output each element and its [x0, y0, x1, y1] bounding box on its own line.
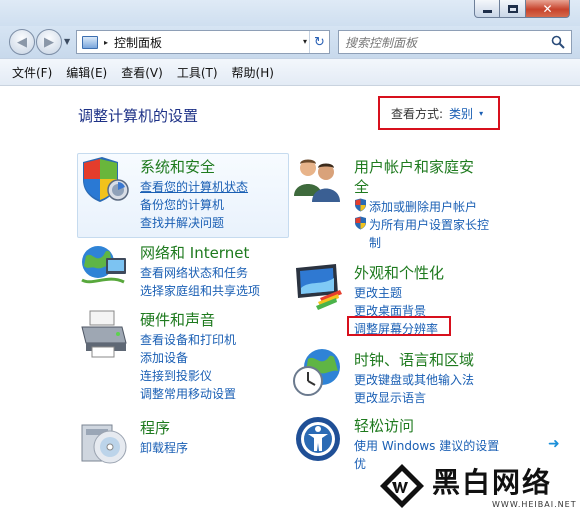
users-accounts-icon[interactable]	[292, 154, 344, 206]
watermark-arrow-icon: ➜	[548, 436, 560, 452]
recent-pages-dropdown-icon[interactable]: ▼	[64, 37, 70, 46]
close-button[interactable]: ✕	[526, 0, 570, 18]
uac-shield-icon	[355, 216, 366, 230]
address-bar[interactable]: ▸ 控制面板 ▾ ↻	[76, 30, 330, 54]
link-view-computer-status[interactable]: 查看您的计算机状态	[140, 178, 248, 195]
link-parental-controls-cont[interactable]: 制	[369, 234, 381, 251]
control-panel-icon	[82, 35, 98, 49]
printer-hardware-icon[interactable]	[78, 307, 130, 359]
refresh-icon: ↻	[314, 34, 325, 50]
search-icon[interactable]	[551, 35, 565, 49]
category-title-users-cont[interactable]: 全	[354, 176, 369, 197]
watermark-url: WWW.HEIBAI.NET	[492, 500, 577, 509]
link-network-status[interactable]: 查看网络状态和任务	[140, 264, 248, 281]
category-clock-language-region: 时钟、语言和区域 更改键盘或其他输入法 更改显示语言	[292, 347, 512, 407]
link-connect-projector[interactable]: 连接到投影仪	[140, 367, 212, 384]
category-hardware-sound: 硬件和声音 查看设备和打印机 添加设备 连接到投影仪 调整常用移动设置	[78, 307, 298, 402]
watermark-logo	[380, 464, 424, 508]
menu-bar: 文件(F) 编辑(E) 查看(V) 工具(T) 帮助(H)	[0, 58, 580, 86]
breadcrumb-separator-icon[interactable]: ▸	[104, 38, 108, 47]
menu-tools[interactable]: 工具(T)	[177, 64, 218, 81]
link-backup-computer[interactable]: 备份您的计算机	[140, 196, 224, 213]
link-mobility-settings[interactable]: 调整常用移动设置	[140, 385, 236, 402]
refresh-button[interactable]: ↻	[309, 31, 329, 53]
maximize-icon	[507, 4, 518, 13]
search-placeholder: 搜索控制面板	[345, 35, 418, 50]
category-network-internet: 网络和 Internet 查看网络状态和任务 选择家庭组和共享选项	[78, 240, 298, 300]
watermark: 黑白网络 WWW.HEIBAI.NET	[374, 456, 580, 520]
menu-help[interactable]: 帮助(H)	[232, 64, 274, 81]
ease-of-access-icon[interactable]	[292, 413, 344, 465]
forward-button[interactable]: ▶	[36, 29, 62, 55]
page-title: 调整计算机的设置	[78, 107, 199, 125]
monitor-appearance-icon[interactable]	[292, 260, 344, 312]
programs-cd-icon[interactable]	[78, 415, 130, 467]
link-parental-controls[interactable]: 为所有用户设置家长控	[369, 216, 489, 233]
menu-view[interactable]: 查看(V)	[121, 64, 163, 81]
network-globe-icon[interactable]	[78, 240, 130, 292]
globe-clock-icon[interactable]	[292, 347, 344, 399]
navigation-bar: ◀ ▶ ▼ ▸ 控制面板 ▾ ↻ 搜索控制面板	[0, 26, 580, 58]
view-by-label: 查看方式:	[391, 106, 444, 121]
control-panel-content: 调整计算机的设置 查看方式: 类别 ▾ 系统和安全 查看您的计算机状态 备份您的…	[0, 86, 580, 520]
uac-shield-icon	[355, 198, 366, 212]
view-by-caret-icon[interactable]: ▾	[479, 109, 483, 118]
title-bar: ✕	[0, 0, 580, 26]
watermark-title: 黑白网络	[432, 466, 553, 499]
link-windows-recommended-settings[interactable]: 使用 Windows 建议的设置	[354, 437, 499, 454]
category-title-network[interactable]: 网络和 Internet	[140, 242, 249, 263]
shield-security-icon[interactable]	[78, 154, 130, 206]
category-title-system[interactable]: 系统和安全	[140, 156, 215, 177]
window-controls: ✕	[474, 0, 570, 18]
link-add-remove-accounts[interactable]: 添加或删除用户帐户	[369, 198, 477, 215]
view-by-value[interactable]: 类别	[449, 105, 473, 122]
link-change-display-language[interactable]: 更改显示语言	[354, 389, 426, 406]
link-homegroup-sharing[interactable]: 选择家庭组和共享选项	[140, 282, 260, 299]
category-appearance: 外观和个性化 更改主题 更改桌面背景 调整屏幕分辨率	[292, 260, 512, 350]
link-uninstall-program[interactable]: 卸载程序	[140, 439, 188, 456]
link-ease-optimize[interactable]: 优	[354, 455, 366, 472]
address-dropdown-icon[interactable]: ▾	[303, 37, 307, 46]
category-title-hardware[interactable]: 硬件和声音	[140, 309, 215, 330]
view-by-selector[interactable]: 查看方式: 类别 ▾	[378, 96, 500, 130]
category-title-appearance[interactable]: 外观和个性化	[354, 262, 444, 283]
back-arrow-icon: ◀	[17, 34, 27, 50]
category-title-ease[interactable]: 轻松访问	[354, 415, 414, 436]
link-find-fix-problems[interactable]: 查找并解决问题	[140, 214, 224, 231]
maximize-button[interactable]	[500, 0, 526, 18]
close-icon: ✕	[542, 1, 553, 16]
category-title-programs[interactable]: 程序	[140, 417, 170, 438]
category-system-security: 系统和安全 查看您的计算机状态 备份您的计算机 查找并解决问题	[78, 154, 298, 244]
forward-arrow-icon: ▶	[44, 34, 54, 50]
link-devices-printers[interactable]: 查看设备和打印机	[140, 331, 236, 348]
category-title-users[interactable]: 用户帐户和家庭安	[354, 156, 474, 177]
minimize-button[interactable]	[474, 0, 500, 18]
back-button[interactable]: ◀	[9, 29, 35, 55]
breadcrumb-control-panel[interactable]: 控制面板	[114, 34, 162, 51]
minimize-icon	[482, 10, 492, 13]
resolution-highlight-box	[347, 316, 451, 336]
link-change-keyboard-input[interactable]: 更改键盘或其他输入法	[354, 371, 474, 388]
link-change-theme[interactable]: 更改主题	[354, 284, 402, 301]
menu-file[interactable]: 文件(F)	[12, 64, 52, 81]
search-input[interactable]: 搜索控制面板	[338, 30, 572, 54]
category-user-accounts: 用户帐户和家庭安 全 添加或删除用户帐户 为所有用户设置家长控 制	[292, 154, 512, 254]
menu-edit[interactable]: 编辑(E)	[66, 64, 107, 81]
category-title-clock[interactable]: 时钟、语言和区域	[354, 349, 474, 370]
link-add-device[interactable]: 添加设备	[140, 349, 188, 366]
category-programs: 程序 卸载程序	[78, 415, 298, 475]
